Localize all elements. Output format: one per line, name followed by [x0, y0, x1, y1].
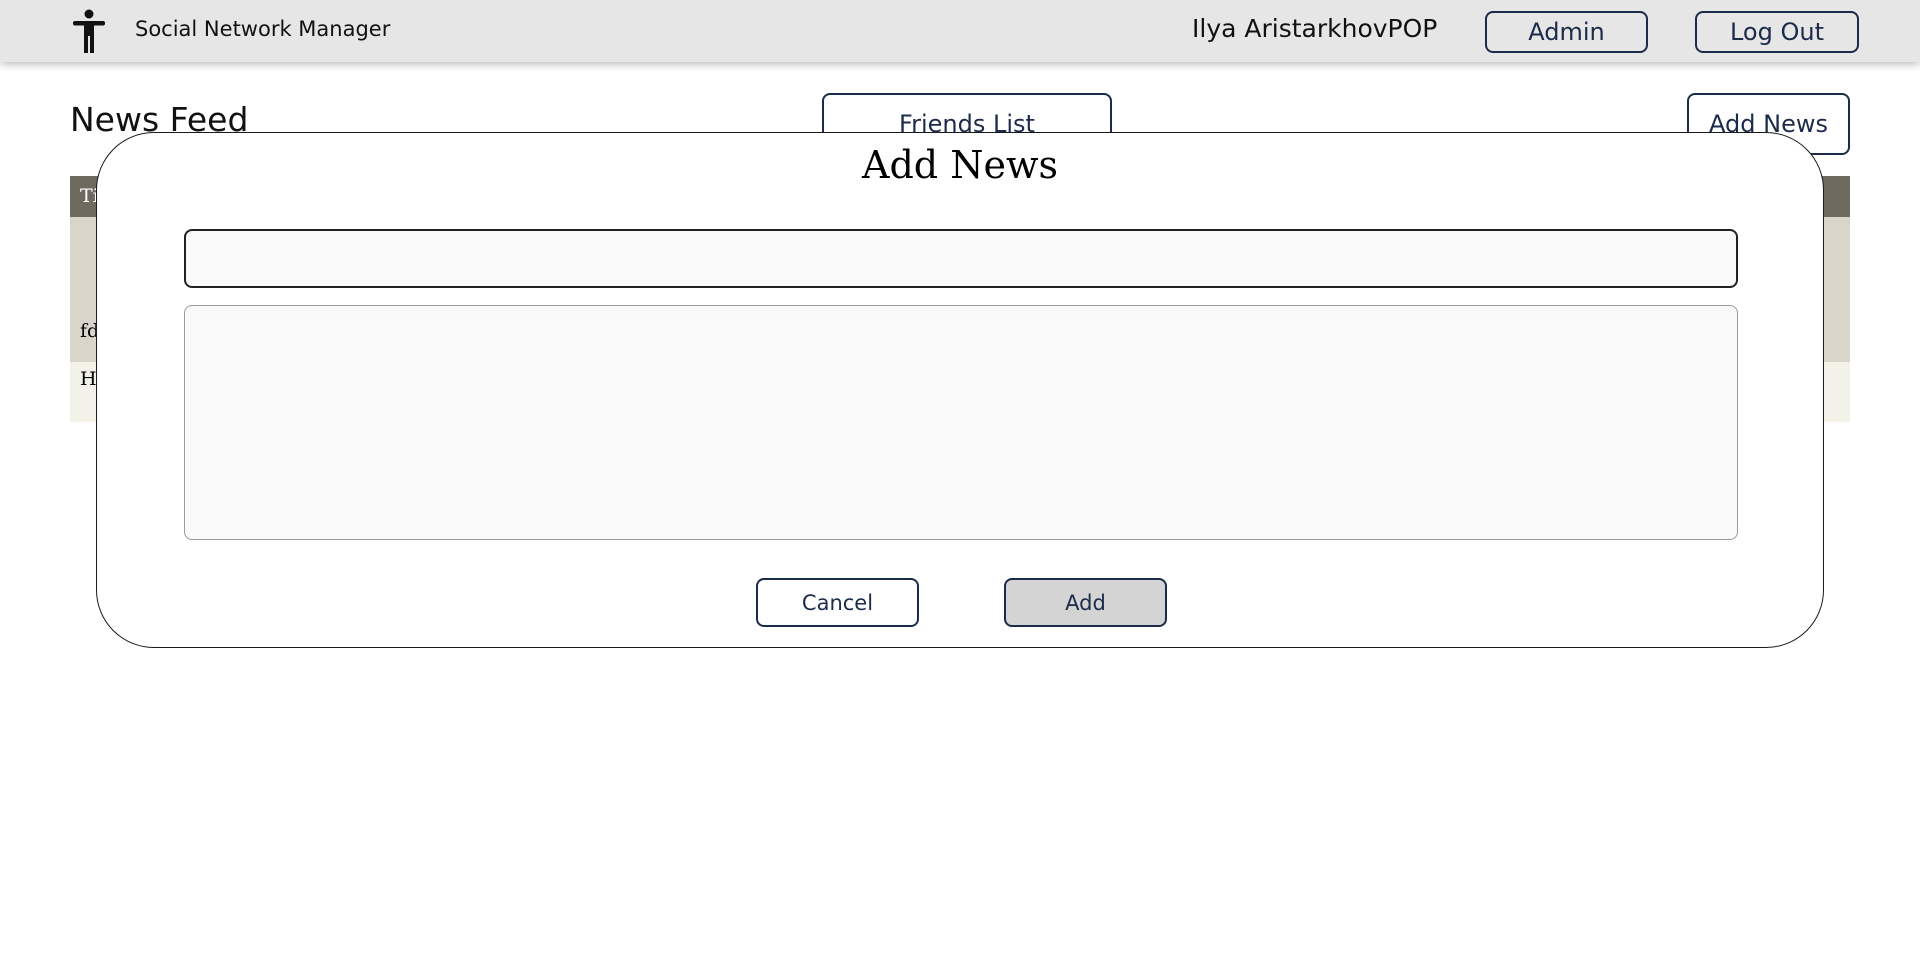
app-name[interactable]: Social Network Manager — [135, 17, 390, 41]
accessibility-person-icon[interactable] — [70, 9, 108, 53]
admin-button[interactable]: Admin — [1485, 11, 1648, 53]
top-navbar: Social Network Manager Ilya AristarkhovP… — [0, 0, 1920, 62]
add-button[interactable]: Add — [1004, 578, 1167, 627]
cancel-button[interactable]: Cancel — [756, 578, 919, 627]
news-body-textarea[interactable] — [184, 305, 1738, 540]
current-user-name: Ilya AristarkhovPOP — [1192, 14, 1438, 43]
modal-title: Add News — [862, 143, 1058, 187]
news-title-input[interactable] — [184, 229, 1738, 288]
logout-button[interactable]: Log Out — [1695, 11, 1859, 53]
add-news-modal: Add News Cancel Add — [96, 132, 1824, 648]
